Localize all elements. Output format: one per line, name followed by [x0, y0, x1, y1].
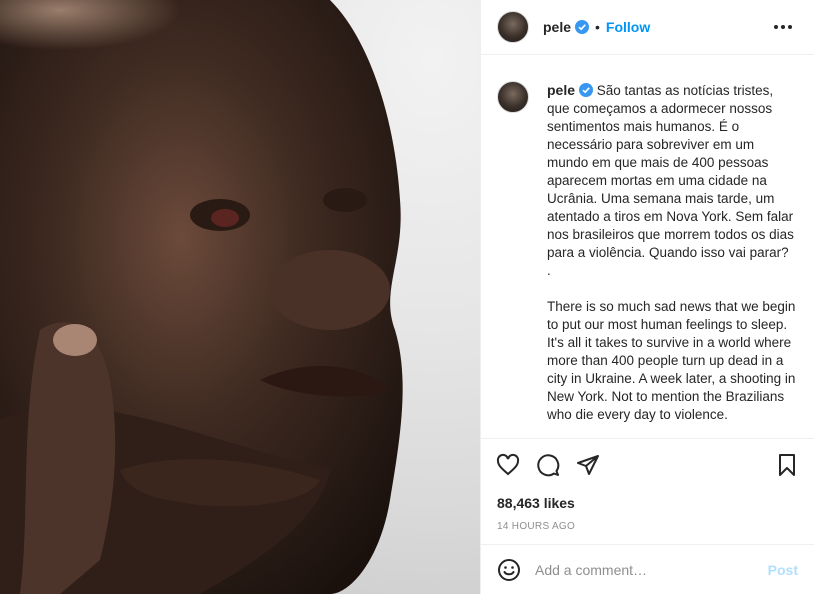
caption: pele São tantas as notícias tristes, que… [547, 81, 798, 438]
post-header: pele • Follow [481, 0, 814, 55]
post-photo[interactable] [0, 0, 480, 594]
heart-icon[interactable] [495, 452, 521, 478]
caption-text: São tantas as notícias tristes, que come… [547, 83, 796, 422]
comment-input[interactable] [535, 561, 768, 578]
header-username[interactable]: pele [543, 19, 571, 35]
post-timestamp[interactable]: 14 HOURS AGO [481, 516, 814, 536]
portrait-image [0, 0, 403, 594]
caption-username[interactable]: pele [547, 82, 575, 98]
emoji-icon[interactable] [497, 558, 521, 582]
comment-icon[interactable] [535, 452, 561, 478]
post-sidebar: pele • Follow pele São tantas as notícia… [480, 0, 814, 594]
instagram-post: pele • Follow pele São tantas as notícia… [0, 0, 814, 594]
separator-dot: • [595, 19, 600, 35]
comment-bar: Post [481, 544, 814, 594]
more-options-icon[interactable] [768, 19, 798, 35]
post-comment-button[interactable]: Post [768, 562, 798, 578]
follow-button[interactable]: Follow [606, 19, 650, 35]
caption-avatar[interactable] [497, 81, 529, 113]
bookmark-icon[interactable] [774, 452, 800, 478]
action-bar [481, 438, 814, 490]
likes-count[interactable]: 88,463 likes [481, 490, 814, 516]
avatar[interactable] [497, 11, 529, 43]
verified-badge-icon [579, 83, 594, 97]
caption-area: pele São tantas as notícias tristes, que… [481, 55, 814, 438]
share-icon[interactable] [575, 452, 601, 478]
verified-badge-icon [575, 20, 590, 34]
